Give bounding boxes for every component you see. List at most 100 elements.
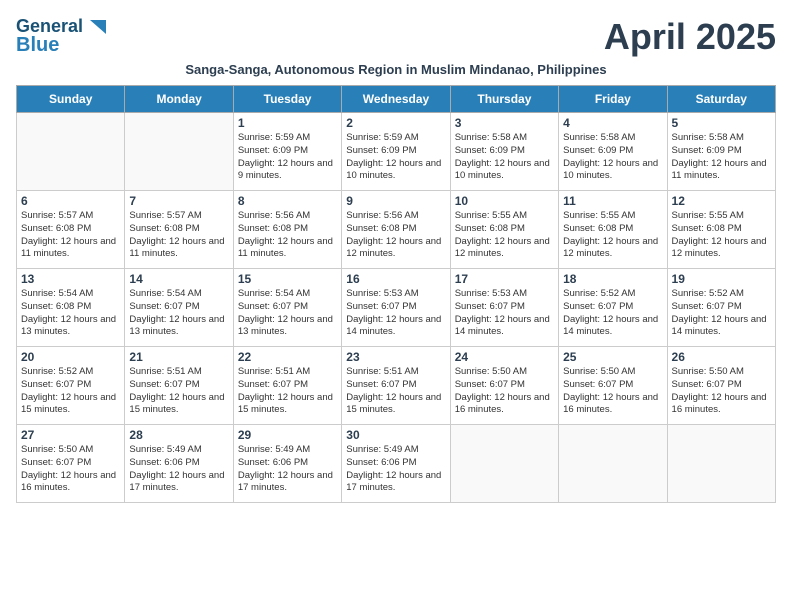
weekday-header-tuesday: Tuesday bbox=[233, 86, 341, 113]
calendar-cell: 8 Sunrise: 5:56 AM Sunset: 6:08 PM Daylig… bbox=[233, 191, 341, 269]
day-number: 17 bbox=[455, 272, 554, 286]
day-info: Sunrise: 5:52 AM Sunset: 6:07 PM Dayligh… bbox=[563, 288, 662, 339]
month-title: April 2025 bbox=[604, 16, 776, 58]
weekday-header-monday: Monday bbox=[125, 86, 233, 113]
calendar-cell: 13 Sunrise: 5:54 AM Sunset: 6:08 PM Dayli… bbox=[17, 269, 125, 347]
week-row-2: 6 Sunrise: 5:57 AM Sunset: 6:08 PM Daylig… bbox=[17, 191, 776, 269]
weekday-header-sunday: Sunday bbox=[17, 86, 125, 113]
day-info: Sunrise: 5:56 AM Sunset: 6:08 PM Dayligh… bbox=[346, 210, 445, 261]
calendar-cell: 20 Sunrise: 5:52 AM Sunset: 6:07 PM Dayli… bbox=[17, 347, 125, 425]
week-row-4: 20 Sunrise: 5:52 AM Sunset: 6:07 PM Dayli… bbox=[17, 347, 776, 425]
weekday-header-thursday: Thursday bbox=[450, 86, 558, 113]
day-info: Sunrise: 5:55 AM Sunset: 6:08 PM Dayligh… bbox=[672, 210, 771, 261]
day-info: Sunrise: 5:52 AM Sunset: 6:07 PM Dayligh… bbox=[672, 288, 771, 339]
header: General Blue April 2025 bbox=[16, 16, 776, 58]
day-number: 28 bbox=[129, 428, 228, 442]
day-info: Sunrise: 5:54 AM Sunset: 6:08 PM Dayligh… bbox=[21, 288, 120, 339]
day-number: 2 bbox=[346, 116, 445, 130]
day-info: Sunrise: 5:58 AM Sunset: 6:09 PM Dayligh… bbox=[672, 132, 771, 183]
calendar-cell: 28 Sunrise: 5:49 AM Sunset: 6:06 PM Dayli… bbox=[125, 425, 233, 503]
calendar-body: 1 Sunrise: 5:59 AM Sunset: 6:09 PM Daylig… bbox=[17, 113, 776, 503]
day-number: 23 bbox=[346, 350, 445, 364]
day-number: 9 bbox=[346, 194, 445, 208]
calendar-cell bbox=[559, 425, 667, 503]
day-info: Sunrise: 5:51 AM Sunset: 6:07 PM Dayligh… bbox=[129, 366, 228, 417]
day-number: 24 bbox=[455, 350, 554, 364]
week-row-3: 13 Sunrise: 5:54 AM Sunset: 6:08 PM Dayli… bbox=[17, 269, 776, 347]
calendar-header: SundayMondayTuesdayWednesdayThursdayFrid… bbox=[17, 86, 776, 113]
calendar-cell: 1 Sunrise: 5:59 AM Sunset: 6:09 PM Daylig… bbox=[233, 113, 341, 191]
day-number: 5 bbox=[672, 116, 771, 130]
day-info: Sunrise: 5:56 AM Sunset: 6:08 PM Dayligh… bbox=[238, 210, 337, 261]
day-info: Sunrise: 5:54 AM Sunset: 6:07 PM Dayligh… bbox=[238, 288, 337, 339]
day-info: Sunrise: 5:58 AM Sunset: 6:09 PM Dayligh… bbox=[563, 132, 662, 183]
day-number: 22 bbox=[238, 350, 337, 364]
calendar-cell: 24 Sunrise: 5:50 AM Sunset: 6:07 PM Dayli… bbox=[450, 347, 558, 425]
day-info: Sunrise: 5:50 AM Sunset: 6:07 PM Dayligh… bbox=[21, 444, 120, 495]
calendar-cell: 5 Sunrise: 5:58 AM Sunset: 6:09 PM Daylig… bbox=[667, 113, 775, 191]
calendar-cell: 26Sunrise: 5:50 AM Sunset: 6:07 PM Dayli… bbox=[667, 347, 775, 425]
weekday-header-saturday: Saturday bbox=[667, 86, 775, 113]
calendar-cell: 15Sunrise: 5:54 AM Sunset: 6:07 PM Dayli… bbox=[233, 269, 341, 347]
day-number: 25 bbox=[563, 350, 662, 364]
calendar-cell: 3 Sunrise: 5:58 AM Sunset: 6:09 PM Daylig… bbox=[450, 113, 558, 191]
day-number: 10 bbox=[455, 194, 554, 208]
day-info: Sunrise: 5:59 AM Sunset: 6:09 PM Dayligh… bbox=[238, 132, 337, 183]
calendar-cell bbox=[667, 425, 775, 503]
logo-blue: Blue bbox=[16, 34, 108, 56]
day-number: 7 bbox=[129, 194, 228, 208]
calendar-cell: 14Sunrise: 5:54 AM Sunset: 6:07 PM Dayli… bbox=[125, 269, 233, 347]
day-info: Sunrise: 5:58 AM Sunset: 6:09 PM Dayligh… bbox=[455, 132, 554, 183]
day-info: Sunrise: 5:50 AM Sunset: 6:07 PM Dayligh… bbox=[455, 366, 554, 417]
calendar-cell: 18 Sunrise: 5:52 AM Sunset: 6:07 PM Dayli… bbox=[559, 269, 667, 347]
week-row-5: 27Sunrise: 5:50 AM Sunset: 6:07 PM Dayli… bbox=[17, 425, 776, 503]
calendar-subtitle: Sanga-Sanga, Autonomous Region in Muslim… bbox=[16, 62, 776, 77]
day-info: Sunrise: 5:54 AM Sunset: 6:07 PM Dayligh… bbox=[129, 288, 228, 339]
calendar-cell: 9 Sunrise: 5:56 AM Sunset: 6:08 PM Daylig… bbox=[342, 191, 450, 269]
day-info: Sunrise: 5:52 AM Sunset: 6:07 PM Dayligh… bbox=[21, 366, 120, 417]
calendar-cell: 23 Sunrise: 5:51 AM Sunset: 6:07 PM Dayli… bbox=[342, 347, 450, 425]
day-info: Sunrise: 5:49 AM Sunset: 6:06 PM Dayligh… bbox=[238, 444, 337, 495]
day-number: 18 bbox=[563, 272, 662, 286]
calendar-cell: 12 Sunrise: 5:55 AM Sunset: 6:08 PM Dayli… bbox=[667, 191, 775, 269]
day-number: 13 bbox=[21, 272, 120, 286]
day-number: 4 bbox=[563, 116, 662, 130]
day-number: 8 bbox=[238, 194, 337, 208]
calendar-cell: 2Sunrise: 5:59 AM Sunset: 6:09 PM Daylig… bbox=[342, 113, 450, 191]
weekday-header-wednesday: Wednesday bbox=[342, 86, 450, 113]
day-number: 16 bbox=[346, 272, 445, 286]
day-info: Sunrise: 5:55 AM Sunset: 6:08 PM Dayligh… bbox=[455, 210, 554, 261]
calendar-cell: 10 Sunrise: 5:55 AM Sunset: 6:08 PM Dayli… bbox=[450, 191, 558, 269]
calendar-cell bbox=[450, 425, 558, 503]
day-number: 21 bbox=[129, 350, 228, 364]
day-info: Sunrise: 5:57 AM Sunset: 6:08 PM Dayligh… bbox=[21, 210, 120, 261]
weekday-header-row: SundayMondayTuesdayWednesdayThursdayFrid… bbox=[17, 86, 776, 113]
calendar-cell bbox=[125, 113, 233, 191]
day-info: Sunrise: 5:51 AM Sunset: 6:07 PM Dayligh… bbox=[346, 366, 445, 417]
day-info: Sunrise: 5:49 AM Sunset: 6:06 PM Dayligh… bbox=[129, 444, 228, 495]
day-info: Sunrise: 5:50 AM Sunset: 6:07 PM Dayligh… bbox=[563, 366, 662, 417]
calendar-cell: 7Sunrise: 5:57 AM Sunset: 6:08 PM Daylig… bbox=[125, 191, 233, 269]
calendar-cell: 21 Sunrise: 5:51 AM Sunset: 6:07 PM Dayli… bbox=[125, 347, 233, 425]
day-number: 12 bbox=[672, 194, 771, 208]
calendar-cell: 22 Sunrise: 5:51 AM Sunset: 6:07 PM Dayli… bbox=[233, 347, 341, 425]
day-info: Sunrise: 5:53 AM Sunset: 6:07 PM Dayligh… bbox=[346, 288, 445, 339]
day-info: Sunrise: 5:51 AM Sunset: 6:07 PM Dayligh… bbox=[238, 366, 337, 417]
calendar-cell: 11Sunrise: 5:55 AM Sunset: 6:08 PM Dayli… bbox=[559, 191, 667, 269]
calendar-cell: 30Sunrise: 5:49 AM Sunset: 6:06 PM Dayli… bbox=[342, 425, 450, 503]
day-number: 19 bbox=[672, 272, 771, 286]
day-info: Sunrise: 5:50 AM Sunset: 6:07 PM Dayligh… bbox=[672, 366, 771, 417]
weekday-header-friday: Friday bbox=[559, 86, 667, 113]
day-number: 6 bbox=[21, 194, 120, 208]
day-number: 1 bbox=[238, 116, 337, 130]
calendar-cell: 16 Sunrise: 5:53 AM Sunset: 6:07 PM Dayli… bbox=[342, 269, 450, 347]
day-info: Sunrise: 5:55 AM Sunset: 6:08 PM Dayligh… bbox=[563, 210, 662, 261]
day-number: 29 bbox=[238, 428, 337, 442]
logo: General Blue bbox=[16, 16, 108, 56]
day-number: 3 bbox=[455, 116, 554, 130]
day-number: 30 bbox=[346, 428, 445, 442]
calendar-cell: 6 Sunrise: 5:57 AM Sunset: 6:08 PM Daylig… bbox=[17, 191, 125, 269]
week-row-1: 1 Sunrise: 5:59 AM Sunset: 6:09 PM Daylig… bbox=[17, 113, 776, 191]
calendar-cell: 17Sunrise: 5:53 AM Sunset: 6:07 PM Dayli… bbox=[450, 269, 558, 347]
day-number: 20 bbox=[21, 350, 120, 364]
